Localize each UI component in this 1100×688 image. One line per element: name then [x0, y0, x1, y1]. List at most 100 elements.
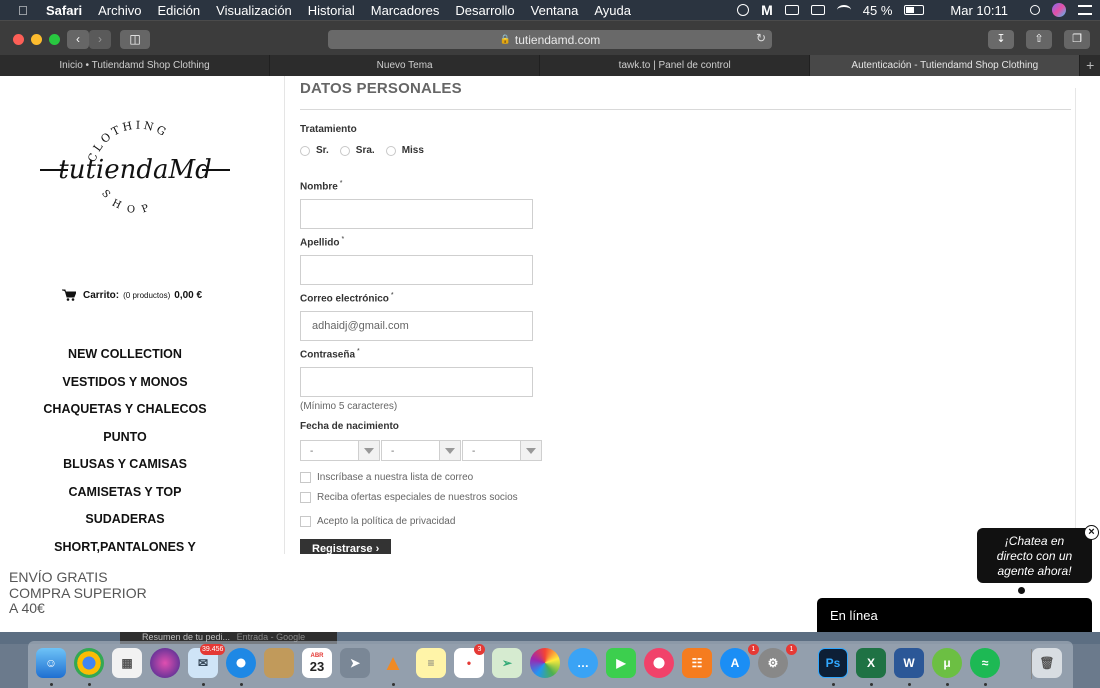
app-store-icon[interactable]: A	[720, 648, 750, 678]
newsletter-label[interactable]: Inscríbase a nuestra lista de correo	[317, 472, 473, 483]
newsletter-row[interactable]: Inscríbase a nuestra lista de correo	[300, 472, 473, 483]
menu-edicion[interactable]: Edición	[158, 3, 201, 18]
radio-sr[interactable]	[300, 145, 310, 156]
trash-icon[interactable]: 🗑	[1032, 648, 1062, 678]
partner-offers-label[interactable]: Reciba ofertas especiales de nuestros so…	[317, 492, 518, 503]
cart-summary[interactable]: Carrito: (0 productos) 0,00 €	[62, 289, 206, 301]
chevron-down-icon	[439, 441, 460, 460]
spotify-icon[interactable]: ≈	[970, 648, 1000, 678]
calendar-icon[interactable]: ABR 23	[302, 648, 332, 678]
excel-icon[interactable]: X	[856, 648, 886, 678]
books-icon[interactable]: ☷	[682, 648, 712, 678]
chat-prompt-bubble[interactable]: ¡Chatea en directo con un agente ahora!	[977, 528, 1092, 583]
maps-icon[interactable]: ➢	[492, 648, 522, 678]
newsletter-checkbox[interactable]	[300, 472, 311, 483]
minimize-window-icon[interactable]	[31, 34, 42, 45]
launchpad-grid-icon[interactable]: ▦	[112, 648, 142, 678]
show-tabs-button[interactable]: ❐	[1064, 30, 1090, 49]
radio-sra[interactable]	[339, 145, 350, 156]
dropbox-icon[interactable]	[784, 5, 799, 15]
sidebar-toggle-button[interactable]: ◫	[120, 30, 150, 49]
messages-icon[interactable]: …	[568, 648, 598, 678]
radio-sra-label[interactable]: Sra.	[356, 145, 375, 156]
downloads-button[interactable]: ↧	[988, 30, 1014, 49]
menu-visualizacion[interactable]: Visualización	[216, 3, 292, 18]
menu-chaquetas-y-chalecos[interactable]: CHAQUETAS Y CHALECOS	[0, 401, 250, 429]
menu-new-collection[interactable]: NEW COLLECTION	[0, 346, 250, 374]
menu-sudaderas[interactable]: SUDADERAS	[0, 511, 250, 539]
radio-sr-label[interactable]: Sr.	[316, 145, 329, 156]
rocket-icon[interactable]: ➤	[340, 648, 370, 678]
system-preferences-icon[interactable]: ⚙	[758, 648, 788, 678]
apple-menu-icon[interactable]: 	[18, 3, 34, 18]
battery-icon[interactable]	[904, 5, 925, 15]
wifi-icon[interactable]	[836, 5, 851, 15]
birth-month-select[interactable]: -	[381, 440, 461, 461]
menu-marcadores[interactable]: Marcadores	[371, 3, 440, 18]
menu-desarrollo[interactable]: Desarrollo	[455, 3, 514, 18]
nombre-field[interactable]	[300, 199, 533, 229]
menu-camisetas-y-top[interactable]: CAMISETAS Y TOP	[0, 484, 250, 512]
utorrent-icon[interactable]: μ	[932, 648, 962, 678]
address-bar[interactable]: 🔒 tutiendamd.com ↻	[328, 30, 772, 49]
forward-button[interactable]: ›	[89, 30, 111, 49]
airplay-icon[interactable]	[810, 5, 825, 15]
back-button[interactable]: ‹	[67, 30, 89, 49]
facetime-icon[interactable]: ▶	[606, 648, 636, 678]
photoshop-icon[interactable]: Ps	[818, 648, 848, 678]
partner-offers-checkbox[interactable]	[300, 492, 311, 503]
notebook-icon[interactable]	[264, 648, 294, 678]
photos-icon[interactable]	[530, 648, 560, 678]
shop-logo[interactable]: CLOTHING tutiendaMd SHOP	[30, 101, 240, 236]
email-input[interactable]	[310, 319, 523, 333]
menu-safari[interactable]: Safari	[46, 3, 82, 18]
menu-historial[interactable]: Historial	[308, 3, 355, 18]
close-window-icon[interactable]	[13, 34, 24, 45]
menu-ayuda[interactable]: Ayuda	[594, 3, 631, 18]
birth-day-select[interactable]: -	[300, 440, 380, 461]
chat-bubble-line-1: ¡Chatea en	[1004, 534, 1065, 548]
tab-nuevo-tema[interactable]: Nuevo Tema	[270, 55, 541, 76]
siri-icon[interactable]	[1052, 3, 1066, 17]
privacy-row[interactable]: Acepto la política de privacidad	[300, 516, 455, 527]
privacy-checkbox[interactable]	[300, 516, 311, 527]
share-button[interactable]: ⇧	[1026, 30, 1052, 49]
malwarebytes-icon[interactable]: M	[761, 2, 773, 18]
finder-icon[interactable]: ☺	[36, 648, 66, 678]
partner-offers-row[interactable]: Reciba ofertas especiales de nuestros so…	[300, 492, 518, 503]
menu-ventana[interactable]: Ventana	[531, 3, 579, 18]
close-icon[interactable]: ×	[1084, 525, 1099, 540]
music-icon[interactable]: ♫	[644, 648, 674, 678]
radio-miss-label[interactable]: Miss	[402, 145, 424, 156]
notification-center-icon[interactable]	[1078, 5, 1092, 15]
battery-percent[interactable]: 45 %	[863, 3, 893, 18]
reload-icon[interactable]: ↻	[756, 31, 766, 45]
email-field[interactable]	[300, 311, 533, 341]
chrome-icon[interactable]	[74, 648, 104, 678]
birth-year-select[interactable]: -	[462, 440, 542, 461]
vlc-cone-icon[interactable]: ▲	[378, 648, 408, 678]
fullscreen-window-icon[interactable]	[49, 34, 60, 45]
chat-status-bar[interactable]: En línea	[817, 598, 1092, 632]
privacy-label[interactable]: Acepto la política de privacidad	[317, 516, 455, 527]
menu-blusas-y-camisas[interactable]: BLUSAS Y CAMISAS	[0, 456, 250, 484]
tab-autenticacion[interactable]: Autenticación - Tutiendamd Shop Clothing	[810, 55, 1081, 76]
menu-vestidos-y-monos[interactable]: VESTIDOS Y MONOS	[0, 374, 250, 402]
menu-clock[interactable]: Mar 10:11	[950, 3, 1008, 18]
new-tab-button[interactable]: +	[1080, 55, 1100, 76]
password-field[interactable]	[300, 367, 533, 397]
menu-punto[interactable]: PUNTO	[0, 429, 250, 457]
notes-icon[interactable]: ≡	[416, 648, 446, 678]
running-indicator	[908, 683, 911, 686]
tab-inicio[interactable]: Inicio • Tutiendamd Shop Clothing	[0, 55, 271, 76]
word-icon[interactable]: W	[894, 648, 924, 678]
apellido-field[interactable]	[300, 255, 533, 285]
menu-archivo[interactable]: Archivo	[98, 3, 141, 18]
creative-cloud-icon[interactable]	[737, 4, 750, 16]
tab-tawkto[interactable]: tawk.to | Panel de control	[540, 55, 811, 76]
siri-dock-icon[interactable]	[150, 648, 180, 678]
spotlight-search-icon[interactable]	[1030, 5, 1040, 15]
chat-status-text: En línea	[830, 608, 878, 623]
radio-miss[interactable]	[385, 145, 396, 156]
safari-compass-icon[interactable]	[226, 648, 256, 678]
